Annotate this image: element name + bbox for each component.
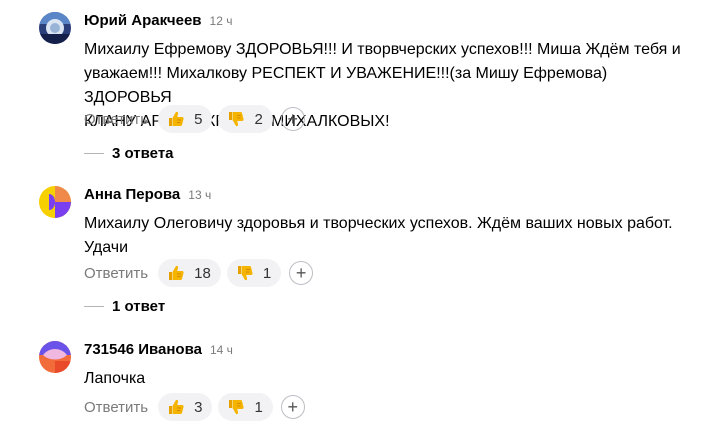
avatar[interactable] <box>39 341 71 373</box>
add-reaction-button[interactable]: + <box>280 395 305 419</box>
author-line: 731546 Иванова 14 ч <box>84 341 233 359</box>
timestamp: 13 ч <box>188 188 212 202</box>
timestamp: 14 ч <box>209 343 233 357</box>
reply-button[interactable]: Ответить <box>84 111 148 128</box>
plus-icon: + <box>287 397 299 417</box>
replies-toggle[interactable]: 3 ответа <box>84 145 174 162</box>
plus-icon: + <box>295 263 307 283</box>
thread-divider <box>84 306 104 307</box>
dislike-button[interactable]: 1 <box>226 259 282 287</box>
thumbs-down-icon <box>237 266 253 281</box>
comment-actions: Ответить 5 2 + <box>84 105 305 133</box>
like-button[interactable]: 3 <box>158 393 213 421</box>
avatar-image <box>39 12 71 44</box>
like-count: 5 <box>194 110 203 128</box>
reply-button[interactable]: Ответить <box>84 265 148 282</box>
comment-text-line: уважаем!!! Михалкову РЕСПЕКТ И УВАЖЕНИЕ!… <box>84 65 608 106</box>
author-name[interactable]: 731546 Иванова <box>84 341 202 358</box>
add-reaction-button[interactable]: + <box>289 261 314 285</box>
comment-text: Лапочка <box>84 367 694 391</box>
author-name[interactable]: Юрий Аракчеев <box>84 12 202 29</box>
like-button[interactable]: 18 <box>158 259 221 287</box>
author-name[interactable]: Анна Перова <box>84 186 180 203</box>
comment-text: Михаилу Олеговичу здоровья и творческих … <box>84 212 694 260</box>
avatar[interactable] <box>39 12 71 44</box>
dislike-button[interactable]: 1 <box>218 393 273 421</box>
author-line: Анна Перова 13 ч <box>84 186 211 204</box>
reply-button[interactable]: Ответить <box>84 399 148 416</box>
thumbs-down-icon <box>229 112 245 127</box>
avatar-image <box>39 341 71 373</box>
author-line: Юрий Аракчеев 12 ч <box>84 12 232 30</box>
plus-icon: + <box>287 109 299 129</box>
dislike-button[interactable]: 2 <box>218 105 273 133</box>
thumbs-up-icon <box>169 265 184 280</box>
thumbs-up-icon <box>169 111 184 126</box>
timestamp: 12 ч <box>209 14 233 28</box>
comment-text-line: Удачи <box>84 239 129 256</box>
replies-toggle[interactable]: 1 ответ <box>84 298 165 315</box>
like-count: 3 <box>194 398 203 416</box>
comment-actions: Ответить 3 1 + <box>84 393 305 421</box>
avatar[interactable] <box>39 186 71 218</box>
thumbs-up-icon <box>169 399 184 414</box>
add-reaction-button[interactable]: + <box>280 107 305 131</box>
comment-actions: Ответить 18 1 + <box>84 259 314 287</box>
thread-divider <box>84 153 104 154</box>
like-button[interactable]: 5 <box>158 105 213 133</box>
dislike-count: 1 <box>254 398 263 416</box>
comment-text-line: Михаилу Ефремову ЗДОРОВЬЯ!!! И творвчерс… <box>84 41 681 58</box>
dislike-count: 2 <box>254 110 263 128</box>
dislike-count: 1 <box>262 264 272 282</box>
like-count: 18 <box>194 264 211 282</box>
comment-text-line: Михаилу Олеговичу здоровья и творческих … <box>84 215 673 232</box>
avatar-image <box>39 186 71 218</box>
comment-text-line: Лапочка <box>84 370 146 387</box>
replies-count-label: 3 ответа <box>112 145 174 162</box>
replies-count-label: 1 ответ <box>112 298 166 315</box>
thumbs-down-icon <box>229 400 245 415</box>
